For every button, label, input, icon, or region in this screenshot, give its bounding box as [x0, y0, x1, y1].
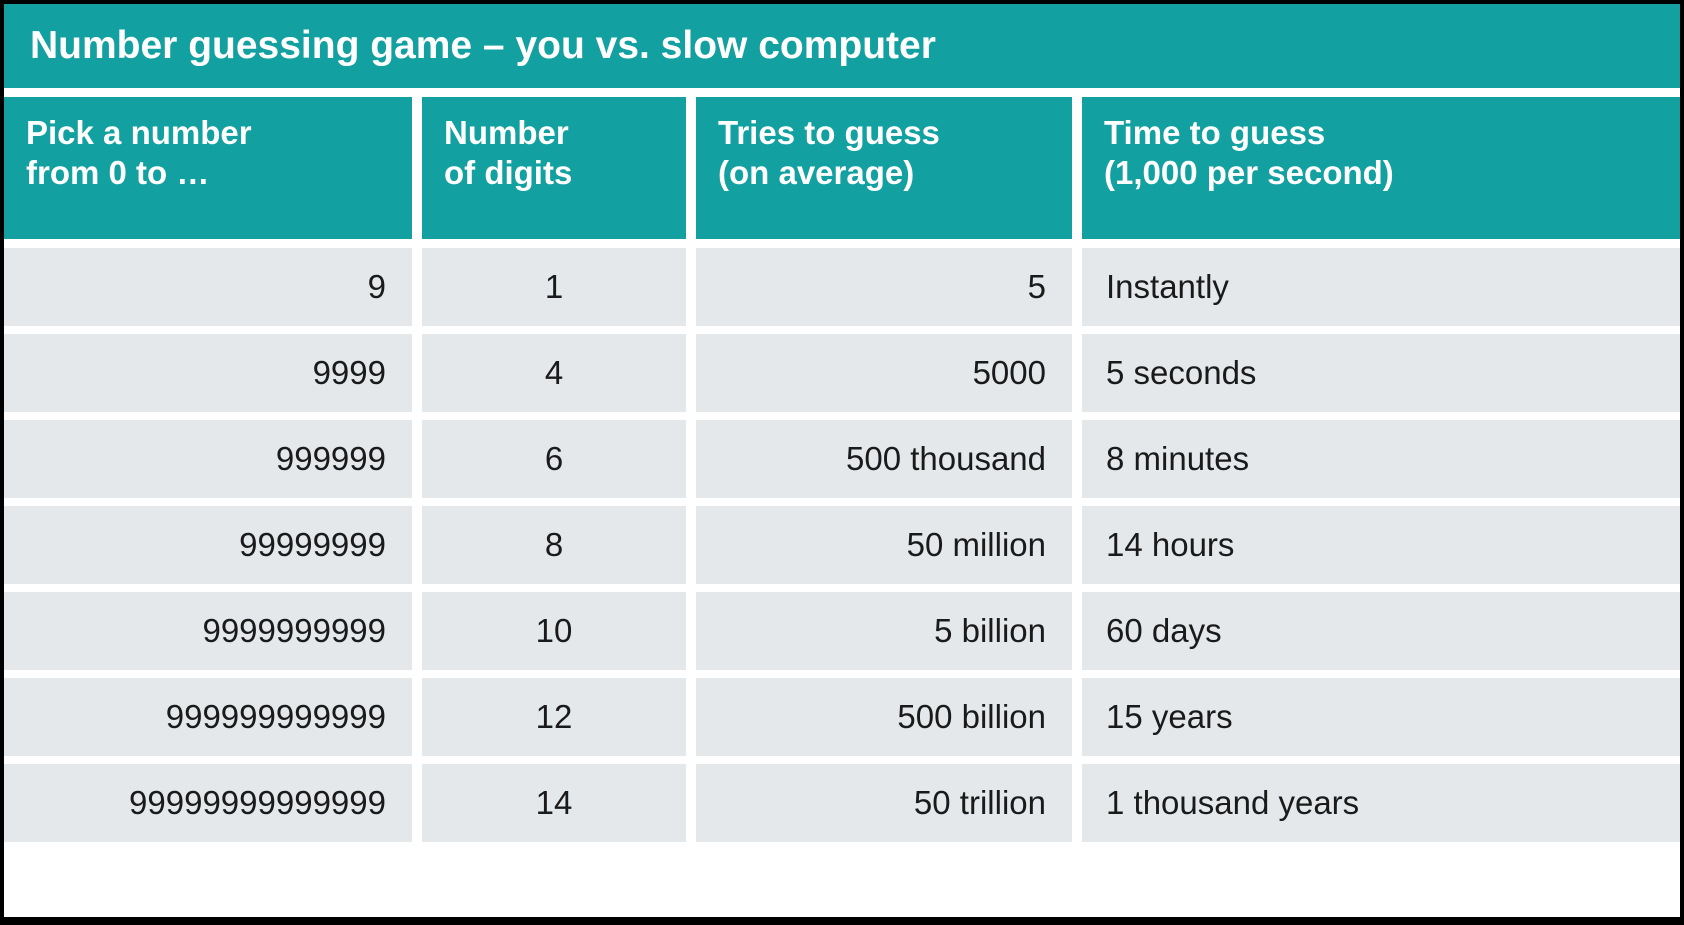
row-divider — [4, 756, 1680, 764]
cell-divider-1 — [412, 420, 422, 498]
column-header-line2: (on average) — [718, 154, 915, 192]
cell-pick-a-number: 9999999999 — [4, 592, 412, 670]
cell-divider-3 — [1072, 764, 1082, 842]
column-header-line2: from 0 to … — [26, 154, 210, 192]
column-header-time-to-guess: Time to guess (1,000 per second) — [1082, 97, 1680, 239]
cell-tries-to-guess: 500 thousand — [696, 420, 1072, 498]
cell-tries-to-guess: 5000 — [696, 334, 1072, 412]
cell-tries-to-guess: 50 million — [696, 506, 1072, 584]
cell-time-to-guess: 5 seconds — [1082, 334, 1680, 412]
table-row: 9999999999 10 5 billion 60 days — [4, 592, 1680, 670]
cell-pick-a-number: 999999 — [4, 420, 412, 498]
cell-tries-to-guess: 500 billion — [696, 678, 1072, 756]
column-header-line2: of digits — [444, 154, 573, 192]
cell-divider-2 — [686, 764, 696, 842]
title-header-divider — [4, 88, 1680, 97]
table-row: 99999999999999 14 50 trillion 1 thousand ye… — [4, 764, 1680, 842]
cell-divider-3 — [1072, 334, 1082, 412]
row-divider — [4, 670, 1680, 678]
cell-divider-2 — [686, 334, 696, 412]
table-row: 999999 6 500 thousand 8 minutes — [4, 420, 1680, 498]
cell-divider-3 — [1072, 678, 1082, 756]
column-header-tries-to-guess: Tries to guess (on average) — [696, 97, 1072, 239]
cell-number-of-digits: 12 — [422, 678, 686, 756]
column-header-line1: Pick a number — [26, 114, 252, 151]
cell-divider-3 — [1072, 248, 1082, 326]
cell-number-of-digits: 8 — [422, 506, 686, 584]
column-header-line1: Tries to guess — [718, 114, 940, 151]
row-divider — [4, 326, 1680, 334]
cell-divider-1 — [412, 334, 422, 412]
row-divider — [4, 584, 1680, 592]
cell-time-to-guess: 8 minutes — [1082, 420, 1680, 498]
number-guessing-table: Number guessing game – you vs. slow comp… — [4, 4, 1680, 842]
cell-time-to-guess: 15 years — [1082, 678, 1680, 756]
cell-number-of-digits: 10 — [422, 592, 686, 670]
cell-time-to-guess: 1 thousand years — [1082, 764, 1680, 842]
cell-tries-to-guess: 5 billion — [696, 592, 1072, 670]
column-divider-1 — [412, 97, 422, 239]
cell-pick-a-number: 999999999999 — [4, 678, 412, 756]
slide-canvas: Number guessing game – you vs. slow comp… — [4, 4, 1680, 917]
row-divider — [4, 498, 1680, 506]
header-body-divider — [4, 239, 1680, 248]
cell-divider-2 — [686, 506, 696, 584]
table-title-row: Number guessing game – you vs. slow comp… — [4, 4, 1680, 88]
cell-time-to-guess: 60 days — [1082, 592, 1680, 670]
table-row: 9999 4 5000 5 seconds — [4, 334, 1680, 412]
cell-number-of-digits: 4 — [422, 334, 686, 412]
cell-number-of-digits: 6 — [422, 420, 686, 498]
cell-number-of-digits: 1 — [422, 248, 686, 326]
table-row: 999999999999 12 500 billion 15 years — [4, 678, 1680, 756]
cell-tries-to-guess: 5 — [696, 248, 1072, 326]
table-header-row: Pick a number from 0 to … Number of digi… — [4, 97, 1680, 239]
column-header-line2: (1,000 per second) — [1104, 154, 1394, 192]
cell-pick-a-number: 99999999 — [4, 506, 412, 584]
cell-divider-2 — [686, 420, 696, 498]
column-divider-3 — [1072, 97, 1082, 239]
cell-time-to-guess: Instantly — [1082, 248, 1680, 326]
cell-time-to-guess: 14 hours — [1082, 506, 1680, 584]
table-body: 9 1 5 Instantly 9999 4 5000 5 seconds 999999 6 500… — [4, 248, 1680, 842]
cell-divider-3 — [1072, 592, 1082, 670]
slide-frame: Number guessing game – you vs. slow comp… — [0, 0, 1684, 925]
table-title: Number guessing game – you vs. slow comp… — [4, 4, 1680, 88]
column-header-line1: Time to guess — [1104, 114, 1326, 151]
cell-divider-1 — [412, 678, 422, 756]
cell-divider-1 — [412, 506, 422, 584]
column-header-number-of-digits: Number of digits — [422, 97, 686, 239]
cell-divider-1 — [412, 592, 422, 670]
cell-divider-2 — [686, 248, 696, 326]
cell-pick-a-number: 9 — [4, 248, 412, 326]
cell-number-of-digits: 14 — [422, 764, 686, 842]
column-divider-2 — [686, 97, 696, 239]
column-header-pick-a-number: Pick a number from 0 to … — [4, 97, 412, 239]
column-header-line1: Number — [444, 114, 569, 151]
cell-pick-a-number: 99999999999999 — [4, 764, 412, 842]
cell-divider-3 — [1072, 506, 1082, 584]
row-divider — [4, 412, 1680, 420]
cell-divider-3 — [1072, 420, 1082, 498]
cell-divider-2 — [686, 592, 696, 670]
table-row: 99999999 8 50 million 14 hours — [4, 506, 1680, 584]
cell-tries-to-guess: 50 trillion — [696, 764, 1072, 842]
cell-divider-1 — [412, 764, 422, 842]
table-row: 9 1 5 Instantly — [4, 248, 1680, 326]
cell-divider-1 — [412, 248, 422, 326]
cell-pick-a-number: 9999 — [4, 334, 412, 412]
cell-divider-2 — [686, 678, 696, 756]
